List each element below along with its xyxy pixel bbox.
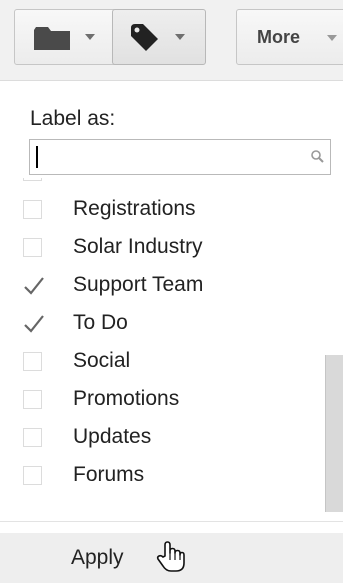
label-as-menu: Label as: Registrations Solar Industry Sup…: [0, 80, 343, 586]
menu-heading: Label as:: [30, 107, 116, 130]
checkbox[interactable]: [23, 352, 42, 371]
label-item[interactable]: Forums: [0, 456, 322, 494]
label-item[interactable]: Promotions: [0, 380, 322, 418]
label-item-text: Updates: [73, 425, 152, 448]
checkbox[interactable]: [23, 428, 42, 447]
label-item[interactable]: Registrations: [0, 190, 322, 228]
chevron-down-icon: [175, 34, 185, 40]
label-item-text: Promotions: [73, 387, 180, 410]
search-icon: [311, 150, 324, 163]
chevron-down-icon: [327, 35, 337, 41]
folder-icon: [34, 27, 70, 50]
label-item[interactable]: To Do: [0, 304, 322, 342]
checkbox[interactable]: [23, 390, 42, 409]
list-item-partial: [0, 178, 322, 190]
labels-button[interactable]: [112, 9, 206, 65]
checkbox: [23, 178, 42, 181]
checkbox-checked[interactable]: [23, 276, 44, 295]
apply-button-label: Apply: [71, 546, 124, 569]
apply-button[interactable]: Apply: [0, 533, 343, 583]
checkbox[interactable]: [23, 466, 42, 485]
label-item[interactable]: Social: [0, 342, 322, 380]
label-list: Registrations Solar Industry Support Team T…: [0, 178, 343, 514]
checkbox[interactable]: [23, 238, 42, 257]
move-to-button[interactable]: [14, 9, 121, 65]
scrollbar[interactable]: [325, 355, 343, 512]
label-item-text: Social: [73, 349, 131, 372]
divider: [0, 521, 343, 522]
label-search-input[interactable]: [29, 139, 331, 175]
label-item-text: Forums: [73, 463, 145, 486]
checkbox[interactable]: [23, 200, 42, 219]
more-button[interactable]: More: [236, 9, 343, 65]
label-item-text: To Do: [73, 311, 128, 334]
checkmark-icon: [24, 315, 44, 333]
text-cursor: [36, 146, 38, 168]
label-item-text: Registrations: [73, 197, 196, 220]
label-item[interactable]: Solar Industry: [0, 228, 322, 266]
label-item[interactable]: Support Team: [0, 266, 322, 304]
checkmark-icon: [24, 277, 44, 295]
more-button-label: More: [257, 27, 301, 47]
chevron-down-icon: [85, 34, 95, 40]
label-tag-icon: [131, 24, 158, 51]
hand-pointer-icon: [156, 541, 185, 572]
checkbox-checked[interactable]: [23, 314, 44, 333]
label-item-text: Support Team: [73, 273, 204, 296]
toolbar: More: [0, 0, 343, 80]
label-item-text: Solar Industry: [73, 235, 203, 258]
label-item[interactable]: Updates: [0, 418, 322, 456]
